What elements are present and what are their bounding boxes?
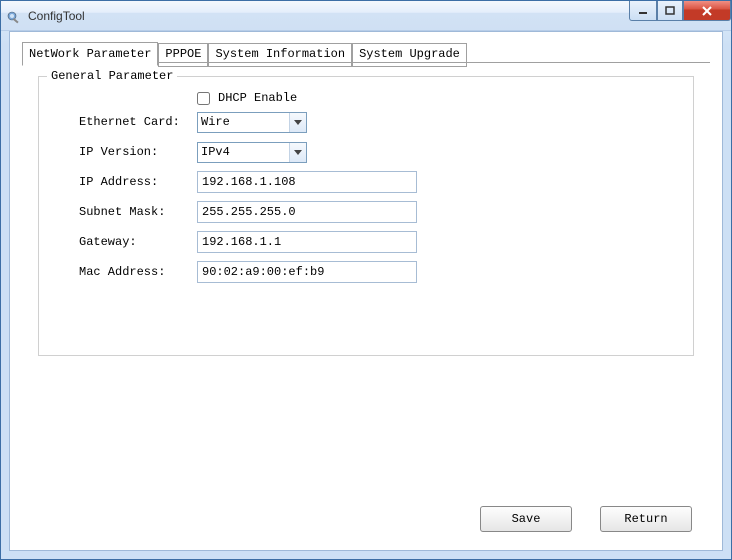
- mac-address-field[interactable]: [197, 261, 417, 283]
- dhcp-enable-checkbox[interactable]: [197, 92, 210, 105]
- subnet-mask-field[interactable]: [197, 201, 417, 223]
- return-button[interactable]: Return: [600, 506, 692, 532]
- fieldset-legend: General Parameter: [47, 69, 177, 83]
- tab-pppoe[interactable]: PPPOE: [158, 43, 208, 67]
- ip-address-label: IP Address:: [79, 175, 197, 189]
- gateway-field[interactable]: [197, 231, 417, 253]
- gateway-label: Gateway:: [79, 235, 197, 249]
- titlebar: ConfigTool: [1, 1, 731, 31]
- app-window: ConfigTool NetWork Parameter PPPOE Syste…: [0, 0, 732, 560]
- ip-address-field[interactable]: [197, 171, 417, 193]
- chevron-down-icon: [289, 143, 306, 162]
- window-title: ConfigTool: [28, 9, 85, 23]
- window-controls: [629, 1, 731, 21]
- general-parameter-fieldset: General Parameter DHCP Enable Ethernet C…: [38, 76, 694, 356]
- mac-address-label: Mac Address:: [79, 265, 197, 279]
- save-button[interactable]: Save: [480, 506, 572, 532]
- dhcp-enable-label: DHCP Enable: [218, 91, 297, 105]
- chevron-down-icon: [289, 113, 306, 132]
- app-icon: [7, 8, 23, 24]
- close-button[interactable]: [683, 1, 731, 21]
- ip-version-label: IP Version:: [79, 145, 197, 159]
- ethernet-card-select[interactable]: Wire: [197, 112, 307, 133]
- tab-system-information[interactable]: System Information: [208, 43, 352, 67]
- ip-version-select[interactable]: IPv4: [197, 142, 307, 163]
- bottom-buttons: Save Return: [480, 506, 692, 532]
- ethernet-card-label: Ethernet Card:: [79, 115, 197, 129]
- client-area: NetWork Parameter PPPOE System Informati…: [9, 31, 723, 551]
- subnet-mask-label: Subnet Mask:: [79, 205, 197, 219]
- tab-system-upgrade[interactable]: System Upgrade: [352, 43, 467, 67]
- tab-network-parameter[interactable]: NetWork Parameter: [22, 42, 158, 66]
- minimize-button[interactable]: [629, 1, 657, 21]
- maximize-button[interactable]: [657, 1, 683, 21]
